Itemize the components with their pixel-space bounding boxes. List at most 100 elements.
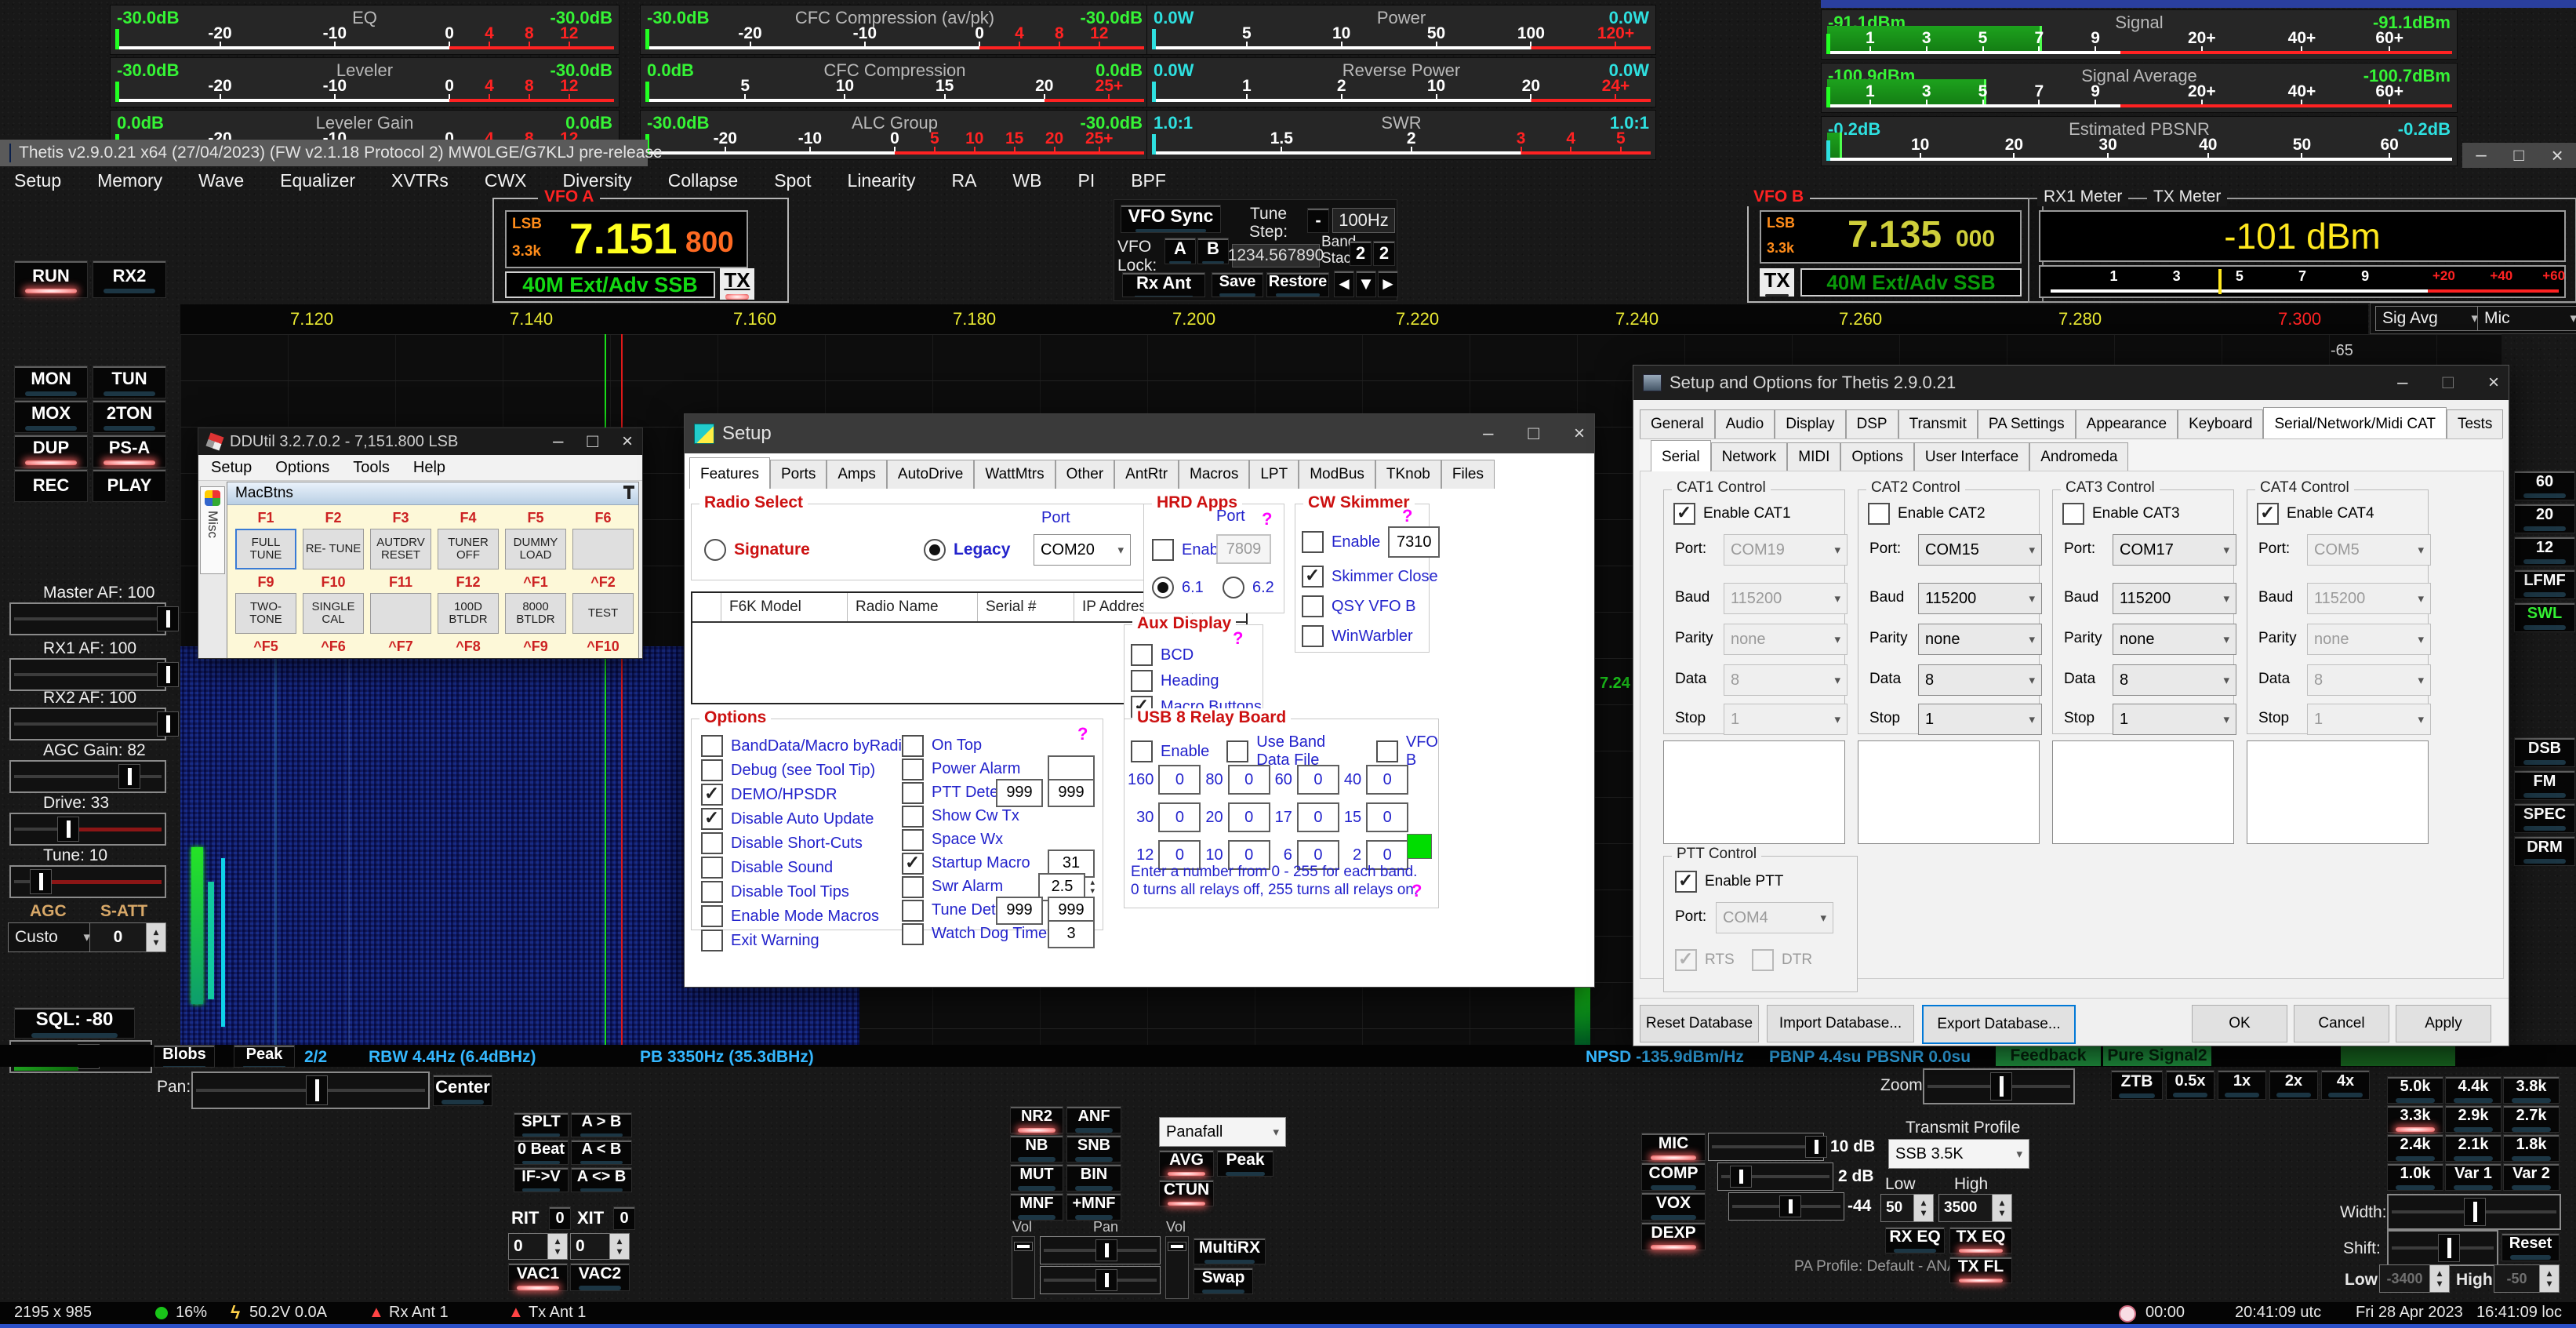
band-center-icon[interactable]: ▼ bbox=[1356, 271, 1376, 297]
rit-stepper[interactable]: 0▴▾ bbox=[508, 1233, 568, 1260]
band-up-icon[interactable]: ► bbox=[1378, 271, 1398, 297]
close-icon[interactable]: × bbox=[2551, 144, 2563, 168]
vfo-a-band[interactable]: 40M Ext/Adv SSB bbox=[505, 271, 715, 298]
cat3-data-select[interactable]: 8▾ bbox=[2113, 664, 2236, 696]
enable-ptt-checkbox[interactable] bbox=[1675, 871, 1697, 893]
vfo-a-display[interactable]: LSB 3.3k 7.151 800 bbox=[505, 210, 748, 268]
cat4-stop-select[interactable]: 1▾ bbox=[2307, 704, 2431, 735]
splt-button[interactable]: SPLT bbox=[514, 1112, 569, 1137]
zoom-1x-button[interactable]: 1x bbox=[2218, 1070, 2266, 1100]
ddutil-menu-tools[interactable]: Tools bbox=[353, 459, 390, 477]
frequency-entry[interactable]: 1234.567890 bbox=[1232, 244, 1320, 267]
option-disable-sound-checkbox[interactable] bbox=[701, 857, 723, 879]
usb-checkbox[interactable] bbox=[1376, 740, 1398, 762]
sql-button[interactable]: SQL: -80 bbox=[14, 1007, 135, 1039]
band-lfmf-button[interactable]: LFMF bbox=[2514, 569, 2575, 599]
setup-titlebar[interactable]: Setup – □ × bbox=[685, 414, 1594, 453]
a-b-button[interactable]: A > B bbox=[571, 1112, 632, 1137]
zoom-0.5x-button[interactable]: 0.5x bbox=[2166, 1070, 2214, 1100]
mode-spec-button[interactable]: SPEC bbox=[2514, 803, 2575, 833]
band-20-button[interactable]: 20 bbox=[2514, 504, 2575, 533]
tune-step-down-button[interactable]: - bbox=[1307, 208, 1329, 233]
display-mode-select[interactable]: Panafall▾ bbox=[1159, 1117, 1286, 1147]
vfo-a-tx-button[interactable]: TX bbox=[720, 268, 754, 300]
cat4-parity-select[interactable]: none▾ bbox=[2307, 624, 2431, 655]
option-demo-hpsdr-checkbox[interactable] bbox=[701, 784, 723, 806]
cat2-baud-select[interactable]: 115200▾ bbox=[1918, 583, 2042, 614]
ok-button[interactable]: OK bbox=[2192, 1005, 2287, 1042]
menu-item-equalizer[interactable]: Equalizer bbox=[280, 170, 355, 191]
ctun-button[interactable]: CTUN bbox=[1159, 1180, 1214, 1206]
thetis-tab-serial-network-midi-cat[interactable]: Serial/Network/Midi CAT bbox=[2263, 407, 2447, 438]
tx-low-stepper[interactable]: 50▴▾ bbox=[1880, 1194, 1934, 1222]
mnf-button[interactable]: MNF bbox=[1010, 1193, 1063, 1221]
dup-button[interactable]: DUP bbox=[14, 435, 88, 468]
usb-band-value[interactable]: 0 bbox=[1158, 765, 1201, 795]
thetis-subtab-serial[interactable]: Serial bbox=[1651, 440, 1711, 471]
filter-1-0k-button[interactable]: 1.0k bbox=[2387, 1163, 2443, 1191]
vac1-button[interactable]: VAC1 bbox=[508, 1263, 568, 1291]
cat3-stop-select[interactable]: 1▾ bbox=[2113, 704, 2236, 735]
filter-var-1-button[interactable]: Var 1 bbox=[2445, 1163, 2502, 1191]
cat4-baud-select[interactable]: 115200▾ bbox=[2307, 583, 2431, 614]
if-v-button[interactable]: IF->V bbox=[514, 1167, 569, 1192]
vfo-b-frequency[interactable]: 7.135 bbox=[1848, 213, 1942, 257]
close-icon[interactable]: × bbox=[2488, 372, 2499, 394]
menu-item-memory[interactable]: Memory bbox=[97, 170, 162, 191]
apply-button[interactable]: Apply bbox=[2396, 1005, 2491, 1042]
usb-band-value[interactable]: 0 bbox=[1228, 802, 1270, 832]
zoom-slider[interactable] bbox=[1923, 1068, 2075, 1104]
pin-icon[interactable] bbox=[627, 488, 630, 499]
band-60-button[interactable]: 60 bbox=[2514, 471, 2575, 500]
menu-item-wb[interactable]: WB bbox=[1012, 170, 1041, 191]
mic-gain-slider[interactable] bbox=[1708, 1133, 1824, 1161]
menu-item-pi[interactable]: PI bbox=[1077, 170, 1095, 191]
master-af-slider[interactable] bbox=[9, 602, 166, 635]
mon-button[interactable]: MON bbox=[14, 366, 88, 398]
minimize-icon[interactable]: – bbox=[2476, 144, 2486, 166]
filter-low-stepper[interactable]: -3400▴▾ bbox=[2379, 1264, 2450, 1293]
cat2-data-select[interactable]: 8▾ bbox=[1918, 664, 2042, 696]
thetis-tab-tests[interactable]: Tests bbox=[2447, 409, 2503, 438]
legacy-radio[interactable] bbox=[924, 539, 946, 561]
usb-band-value[interactable]: 0 bbox=[1158, 802, 1201, 832]
option-power-alarm-checkbox[interactable] bbox=[902, 759, 924, 780]
swap-button[interactable]: Swap bbox=[1194, 1268, 1253, 1294]
thetis-tab-keyboard[interactable]: Keyboard bbox=[2178, 409, 2263, 438]
rx-ant-button[interactable]: Rx Ant bbox=[1122, 272, 1205, 297]
cat2-memo[interactable] bbox=[1858, 740, 2040, 844]
dtr-checkbox[interactable] bbox=[1752, 949, 1774, 971]
mox-button[interactable]: MOX bbox=[14, 400, 88, 433]
play-button[interactable]: PLAY bbox=[93, 469, 166, 502]
ddutil-menu-options[interactable]: Options bbox=[275, 459, 329, 477]
vox-button[interactable]: VOX bbox=[1641, 1192, 1706, 1221]
menu-item-cwx[interactable]: CWX bbox=[485, 170, 527, 191]
cat3-port-select[interactable]: COM17▾ bbox=[2113, 534, 2236, 566]
thetis-tab-general[interactable]: General bbox=[1640, 409, 1715, 438]
menu-item-spot[interactable]: Spot bbox=[774, 170, 811, 191]
meter-window-titlebar[interactable] bbox=[1821, 0, 2576, 8]
anf-button[interactable]: ANF bbox=[1066, 1106, 1121, 1133]
setup-tab-amps[interactable]: Amps bbox=[827, 460, 887, 489]
thetis-tab-display[interactable]: Display bbox=[1775, 409, 1845, 438]
ddutil-misc-tab[interactable]: Misc bbox=[200, 486, 225, 574]
setup-tab-antrtr[interactable]: AntRtr bbox=[1114, 460, 1179, 489]
option-enable-mode-macros-checkbox[interactable] bbox=[701, 905, 723, 927]
setup-tab-other[interactable]: Other bbox=[1055, 460, 1115, 489]
ddutil-menu-setup[interactable]: Setup bbox=[211, 459, 252, 477]
thetis-subtab-network[interactable]: Network bbox=[1711, 442, 1788, 471]
macro-button[interactable]: SINGLE CAL bbox=[303, 593, 364, 634]
menu-item-ra[interactable]: RA bbox=[951, 170, 976, 191]
avg-button[interactable]: AVG bbox=[1159, 1150, 1214, 1177]
filter-high-stepper[interactable]: -50▴▾ bbox=[2494, 1264, 2560, 1293]
band-12-button[interactable]: 12 bbox=[2514, 537, 2575, 566]
minimize-icon[interactable]: – bbox=[1483, 423, 1493, 445]
agc-mode-select[interactable]: Custo▾ bbox=[8, 922, 97, 952]
skimmer-skimmer-close-checkbox[interactable] bbox=[1302, 566, 1324, 588]
setup-tab-modbus[interactable]: ModBus bbox=[1299, 460, 1375, 489]
menu-item-wave[interactable]: Wave bbox=[198, 170, 244, 191]
maximize-icon[interactable]: □ bbox=[2513, 145, 2523, 166]
filter-3-8k-button[interactable]: 3.8k bbox=[2503, 1076, 2560, 1104]
enable-cat2-checkbox[interactable] bbox=[1868, 503, 1890, 525]
band-swl-button[interactable]: SWL bbox=[2514, 602, 2575, 632]
